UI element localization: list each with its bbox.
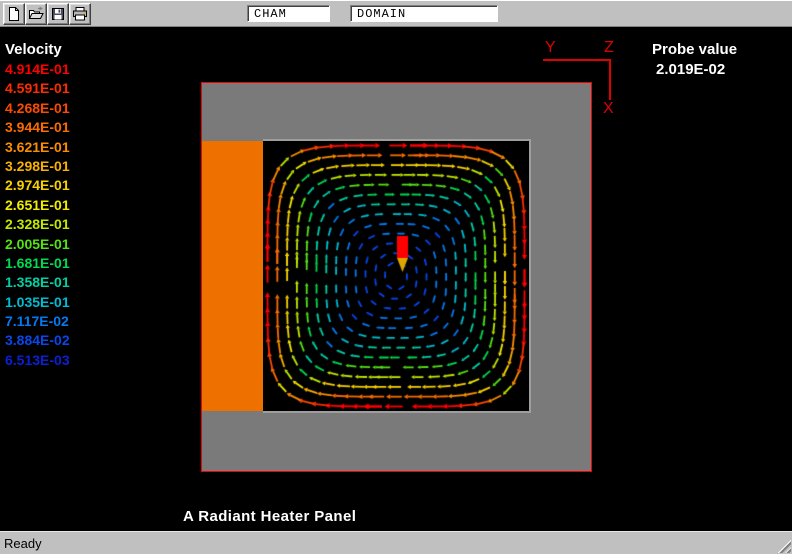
heater-panel [202,141,263,411]
legend-value: 1.681E-01 [5,254,70,273]
axis-zx-line [609,59,611,100]
vector-field-frame [263,139,531,413]
cham-field[interactable] [247,5,330,22]
status-text: Ready [4,536,42,551]
open-file-button[interactable] [25,3,47,25]
toolbar [0,0,792,27]
legend-value: 3.884E-02 [5,331,70,350]
floppy-disk-icon [50,6,66,22]
plot-caption: A Radiant Heater Panel [183,508,356,525]
legend-value: 3.944E-01 [5,118,70,137]
toolbar-buttons [3,3,91,25]
legend-value: 4.914E-01 [5,60,70,79]
legend-value: 7.117E-02 [5,312,70,331]
axis-x-label: X [603,100,614,118]
legend-value: 3.298E-01 [5,157,70,176]
axis-y-label: Y [545,39,556,57]
status-bar: Ready [0,531,792,554]
app-window: { "toolbar": { "buttons": [ { "name": "n… [0,0,792,554]
legend-value: 1.035E-01 [5,293,70,312]
legend-value: 3.621E-01 [5,138,70,157]
resize-grip-icon[interactable] [776,538,791,553]
open-folder-icon [28,6,44,22]
new-document-icon [6,6,22,22]
legend-value: 1.358E-01 [5,273,70,292]
printer-icon [72,6,88,22]
save-file-button[interactable] [47,3,69,25]
domain-field[interactable] [350,5,498,22]
legend-value: 2.651E-01 [5,196,70,215]
legend-title: Velocity [5,39,70,60]
new-file-button[interactable] [3,3,25,25]
legend-value: 2.005E-01 [5,235,70,254]
legend-value: 2.974E-01 [5,176,70,195]
probe-label: Probe value [652,40,737,60]
probe-value: 2.019E-02 [652,60,737,80]
legend-values: 4.914E-014.591E-014.268E-013.944E-013.62… [5,60,70,370]
legend-value: 6.513E-03 [5,351,70,370]
graphics-viewport: Velocity 4.914E-014.591E-014.268E-013.94… [0,27,792,531]
print-button[interactable] [69,3,91,25]
legend-value: 2.328E-01 [5,215,70,234]
axis-yz-line [543,59,610,61]
axis-z-label: Z [604,39,614,57]
legend-value: 4.268E-01 [5,99,70,118]
velocity-legend: Velocity 4.914E-014.591E-014.268E-013.94… [5,39,70,370]
legend-value: 4.591E-01 [5,79,70,98]
probe-readout: Probe value 2.019E-02 [652,40,737,80]
plot-region [201,82,592,472]
vector-field-canvas[interactable] [263,141,529,411]
